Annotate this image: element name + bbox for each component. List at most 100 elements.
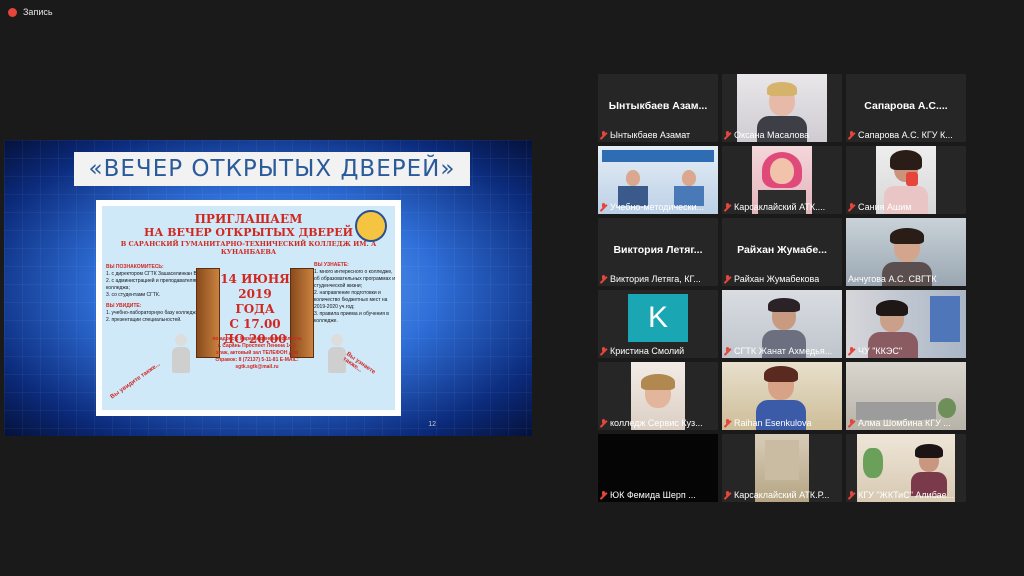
- participant-name: Райхан Жумабекова: [734, 274, 820, 284]
- participant-tile[interactable]: Оксана Масалова: [722, 74, 842, 142]
- left-item: 2. презентации специальностей.: [106, 317, 182, 323]
- college-logo-icon: [355, 210, 387, 242]
- right-item: 1. много интересного о колледже, об обра…: [314, 269, 396, 289]
- muted-mic-icon: [848, 203, 855, 211]
- left-heading-2: ВЫ УВИДИТЕ:: [106, 303, 142, 309]
- participant-tile[interactable]: КГУ "ЖКТиС" Алибае...: [846, 434, 966, 502]
- poster-heading: ПРИГЛАШАЕМ: [194, 212, 303, 226]
- poster-right-block: ВЫ УЗНАЕТЕ: 1. много интересного о колле…: [314, 262, 396, 325]
- participant-label: Raihan Esenkulova: [724, 418, 812, 428]
- muted-mic-icon: [848, 347, 855, 355]
- left-item: 2. с администрацией и преподавателями ко…: [106, 278, 202, 291]
- participant-label: Карсаклайский АТК....: [724, 202, 825, 212]
- participant-tile[interactable]: ЮК Фемида Шерп ...: [598, 434, 718, 502]
- left-item: 3. со студентами СГТК.: [106, 292, 161, 298]
- poster-body: ПРИГЛАШАЕМ НА ВЕЧЕР ОТКРЫТЫХ ДВЕРЕЙ В СА…: [102, 206, 395, 410]
- recording-label: Запись: [23, 7, 53, 17]
- participant-tile[interactable]: колледж Сервис Куз...: [598, 362, 718, 430]
- muted-mic-icon: [600, 419, 607, 427]
- recording-indicator[interactable]: Запись: [8, 7, 53, 17]
- participant-label: Сапарова А.С. КГУ К...: [848, 130, 953, 140]
- participant-label: ЧУ "ККЭС": [848, 346, 902, 356]
- participant-tile[interactable]: Карсаклайский АТК.Р...: [722, 434, 842, 502]
- participant-label: Анчугова А.С. СВГТК: [848, 274, 937, 284]
- participant-tile[interactable]: Сания Ашим: [846, 146, 966, 214]
- muted-mic-icon: [600, 131, 607, 139]
- participant-name: Карсаклайский АТК....: [734, 202, 826, 212]
- muted-mic-icon: [724, 203, 731, 211]
- muted-mic-icon: [848, 419, 855, 427]
- participant-name: Ынтыкбаев Азамат: [610, 130, 691, 140]
- right-item: 3. правила приема и обучения в колледже.: [314, 311, 389, 324]
- right-heading: ВЫ УЗНАЕТЕ:: [314, 262, 349, 268]
- person-left-icon: [168, 334, 194, 374]
- participant-name: Кристина Смолий: [610, 346, 685, 356]
- participant-label: КГУ "ЖКТиС" Алибае...: [848, 490, 954, 500]
- participant-name: Алма Шомбина КГУ ...: [858, 418, 951, 428]
- participant-label: Виктория Летяга, КГ...: [600, 274, 701, 284]
- muted-mic-icon: [724, 131, 731, 139]
- left-heading: ВЫ ПОЗНАКОМИТЕСЬ:: [106, 264, 164, 270]
- record-icon: [8, 7, 17, 17]
- participant-label: Оксана Масалова: [724, 130, 809, 140]
- participant-tile[interactable]: K Кристина Смолий: [598, 290, 718, 358]
- participant-label: Алма Шомбина КГУ ...: [848, 418, 951, 428]
- participant-label: Сания Ашим: [848, 202, 911, 212]
- participant-name: Учебно-методически...: [610, 202, 705, 212]
- muted-mic-icon: [724, 275, 731, 283]
- invitation-poster: ПРИГЛАШАЕМ НА ВЕЧЕР ОТКРЫТЫХ ДВЕРЕЙ В СА…: [96, 200, 401, 416]
- participant-label: СГТК Жанат Ахмедья...: [724, 346, 832, 356]
- participant-name: Сапарова А.С. КГУ К...: [858, 130, 953, 140]
- poster-address: по адресу: Карагандинская область г. Сар…: [212, 336, 302, 370]
- participant-name: КГУ "ЖКТиС" Алибае...: [858, 490, 955, 500]
- participant-label: Кристина Смолий: [600, 346, 684, 356]
- participant-name: Анчугова А.С. СВГТК: [848, 274, 937, 284]
- participant-tile[interactable]: СГТК Жанат Ахмедья...: [722, 290, 842, 358]
- participant-tile[interactable]: Учебно-методически...: [598, 146, 718, 214]
- participant-name: колледж Сервис Куз...: [610, 418, 703, 428]
- shared-screen[interactable]: «ВЕЧЕР ОТКРЫТЫХ ДВЕРЕЙ» ПРИГЛАШАЕМ НА ВЕ…: [4, 140, 532, 436]
- muted-mic-icon: [600, 347, 607, 355]
- muted-mic-icon: [724, 419, 731, 427]
- participant-label: Ынтыкбаев Азамат: [600, 130, 690, 140]
- date-line: 14 ИЮНЯ: [220, 272, 290, 286]
- left-item: 1. с директором СГТК Зашаселинкан В.А.;: [106, 271, 205, 277]
- participant-display-name: Виктория Летяг...: [613, 244, 703, 256]
- participant-label: Учебно-методически...: [600, 202, 704, 212]
- participant-tile[interactable]: Райхан Жумабе... Райхан Жумабекова: [722, 218, 842, 286]
- participant-name: Виктория Летяга, КГ...: [610, 274, 701, 284]
- right-item: 2. направление подготовки и количество б…: [314, 290, 388, 310]
- participant-tile[interactable]: Raihan Esenkulova: [722, 362, 842, 430]
- participant-tile[interactable]: Ынтыкбаев Азам... Ынтыкбаев Азамат: [598, 74, 718, 142]
- participant-label: Райхан Жумабекова: [724, 274, 819, 284]
- participant-name: Карсаклайский АТК.Р...: [734, 490, 830, 500]
- muted-mic-icon: [848, 491, 855, 499]
- participant-name: ЧУ "ККЭС": [858, 346, 903, 356]
- participant-tile[interactable]: Карсаклайский АТК....: [722, 146, 842, 214]
- poster-left-block: ВЫ ПОЗНАКОМИТЕСЬ: 1. с директором СГТК З…: [106, 264, 206, 324]
- participant-display-name: Сапарова А.С....: [864, 100, 948, 112]
- participant-name: СГТК Жанат Ахмедья...: [734, 346, 833, 356]
- muted-mic-icon: [600, 203, 607, 211]
- participant-tile[interactable]: ЧУ "ККЭС": [846, 290, 966, 358]
- avatar: K: [628, 294, 688, 342]
- muted-mic-icon: [724, 491, 731, 499]
- left-item: 1. учебно-лабораторную базу колледжа;: [106, 310, 200, 316]
- poster-college-name: В САРАНСКИЙ ГУМАНИТАРНО-ТЕХНИЧЕСКИЙ КОЛЛ…: [120, 240, 377, 256]
- participant-tile-active-speaker[interactable]: Анчугова А.С. СВГТК: [846, 218, 966, 286]
- poster-side-left: Вы увидите также...: [109, 361, 162, 401]
- participant-label: колледж Сервис Куз...: [600, 418, 703, 428]
- slide-number: 12: [428, 421, 436, 428]
- muted-mic-icon: [600, 275, 607, 283]
- participant-tile[interactable]: Сапарова А.С.... Сапарова А.С. КГУ К...: [846, 74, 966, 142]
- date-line: 2019 ГОДА: [235, 287, 275, 316]
- participant-display-name: Райхан Жумабе...: [737, 244, 827, 256]
- participant-label: Карсаклайский АТК.Р...: [724, 490, 829, 500]
- muted-mic-icon: [600, 491, 607, 499]
- participant-name: Raihan Esenkulova: [734, 418, 812, 428]
- date-line: С 17.00: [229, 317, 281, 331]
- participant-label: ЮК Фемида Шерп ...: [600, 490, 696, 500]
- participant-tile[interactable]: Алма Шомбина КГУ ...: [846, 362, 966, 430]
- participant-name: Оксана Масалова: [734, 130, 810, 140]
- participant-tile[interactable]: Виктория Летяг... Виктория Летяга, КГ...: [598, 218, 718, 286]
